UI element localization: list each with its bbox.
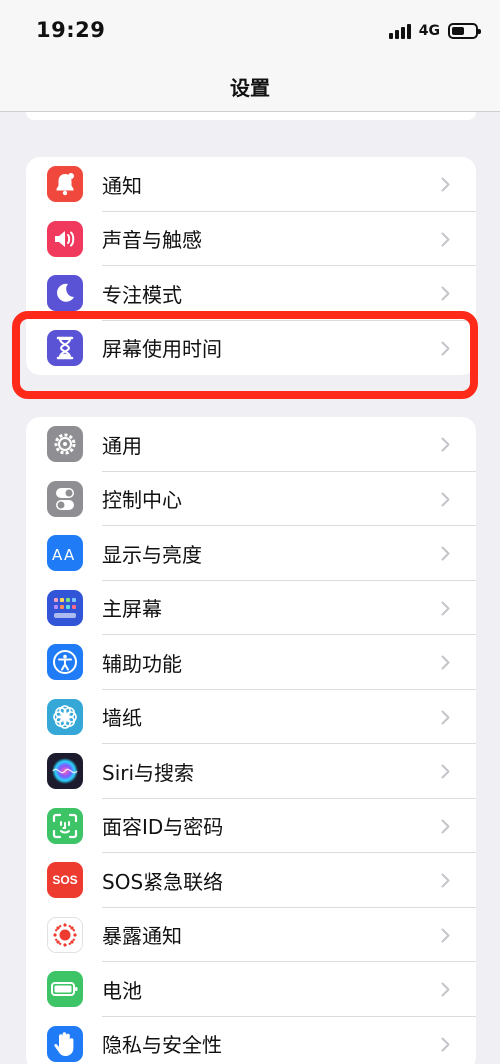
- speaker-icon: [47, 220, 83, 257]
- settings-row-label: 显示与亮度: [102, 542, 202, 567]
- settings-row-label: SOS紧急联络: [102, 869, 224, 894]
- chevron-right-icon: [441, 232, 450, 251]
- previous-group-edge: [26, 112, 476, 120]
- siri-icon: [47, 753, 83, 790]
- settings-row-label: 通用: [102, 433, 142, 458]
- settings-row[interactable]: A A 显示与亮度: [26, 526, 476, 581]
- flower-icon: [47, 698, 83, 735]
- settings-row-label: 声音与触感: [102, 228, 202, 253]
- chevron-right-icon: [441, 1037, 450, 1056]
- navigation-bar: 设置: [0, 62, 500, 112]
- settings-row[interactable]: 控制中心: [26, 472, 476, 526]
- settings-row[interactable]: SOS SOS紧急联络: [26, 853, 476, 908]
- network-type: 4G: [418, 23, 440, 39]
- chevron-right-icon: [441, 546, 450, 565]
- chevron-right-icon: [441, 492, 450, 511]
- exposure-icon: [47, 916, 83, 953]
- settings-row[interactable]: 辅助功能: [26, 635, 476, 690]
- settings-row-label: 通知: [102, 173, 142, 198]
- chevron-right-icon: [441, 286, 450, 305]
- settings-row-label: 专注模式: [102, 282, 182, 307]
- chevron-right-icon: [441, 819, 450, 838]
- settings-row-label: 隐私与安全性: [102, 1033, 222, 1058]
- text-size-icon: AA: [47, 535, 83, 572]
- settings-row[interactable]: 暴露通知: [26, 908, 476, 962]
- chevron-right-icon: [441, 764, 450, 783]
- battery-icon: [47, 971, 83, 1008]
- settings-row-label: 控制中心: [102, 488, 182, 513]
- chevron-right-icon: [441, 177, 450, 196]
- svg-text:A: A: [52, 546, 63, 563]
- settings-row[interactable]: 声音与触感: [26, 212, 476, 266]
- sos-icon: SOS: [47, 862, 83, 899]
- settings-row-label: 电池: [102, 978, 142, 1003]
- chevron-right-icon: [441, 873, 450, 892]
- settings-row-label: 辅助功能: [102, 651, 182, 676]
- moon-icon: [47, 275, 83, 312]
- settings-row[interactable]: 通用: [26, 417, 476, 472]
- settings-row[interactable]: 面容ID与密码: [26, 799, 476, 853]
- settings-row[interactable]: 墙纸: [26, 690, 476, 744]
- hand-icon: [47, 1025, 83, 1062]
- settings-row-label: 暴露通知: [102, 924, 182, 949]
- toggles-icon: [47, 480, 83, 517]
- settings-row[interactable]: 电池: [26, 962, 476, 1017]
- accessibility-icon: [47, 644, 83, 681]
- chevron-right-icon: [441, 982, 450, 1001]
- gear-icon: [47, 426, 83, 463]
- settings-row-label: 墙纸: [102, 706, 142, 731]
- settings-group-general: 通用 控制中心 A A 显示与亮度 主屏幕 辅助功能 墙纸 Siri与搜索 面容ID与密码 SOS S…: [26, 417, 476, 1064]
- highlight-box: [12, 311, 478, 399]
- status-time: 19:29: [36, 18, 106, 42]
- settings-row-label: 主屏幕: [102, 597, 162, 622]
- cellular-signal-icon: [388, 23, 411, 39]
- status-indicators: 4G: [388, 20, 481, 42]
- settings-row[interactable]: 通知: [26, 157, 476, 212]
- chevron-right-icon: [441, 655, 450, 674]
- chevron-right-icon: [441, 437, 450, 456]
- settings-row[interactable]: Siri与搜索: [26, 744, 476, 799]
- settings-row[interactable]: 主屏幕: [26, 581, 476, 635]
- bell-icon: [47, 166, 83, 203]
- svg-text:A: A: [64, 546, 75, 563]
- home-grid-icon: [47, 589, 83, 626]
- chevron-right-icon: [441, 601, 450, 620]
- face-id-icon: [47, 807, 83, 844]
- status-bar: 19:29 4G: [0, 0, 500, 62]
- settings-row[interactable]: 隐私与安全性: [26, 1017, 476, 1064]
- chevron-right-icon: [441, 710, 450, 729]
- sos-icon-text: SOS: [52, 873, 78, 888]
- settings-row-label: Siri与搜索: [102, 760, 195, 785]
- chevron-right-icon: [441, 928, 450, 947]
- page-title: 设置: [230, 76, 270, 100]
- settings-row-label: 面容ID与密码: [102, 815, 224, 840]
- battery-status-icon: [448, 23, 481, 39]
